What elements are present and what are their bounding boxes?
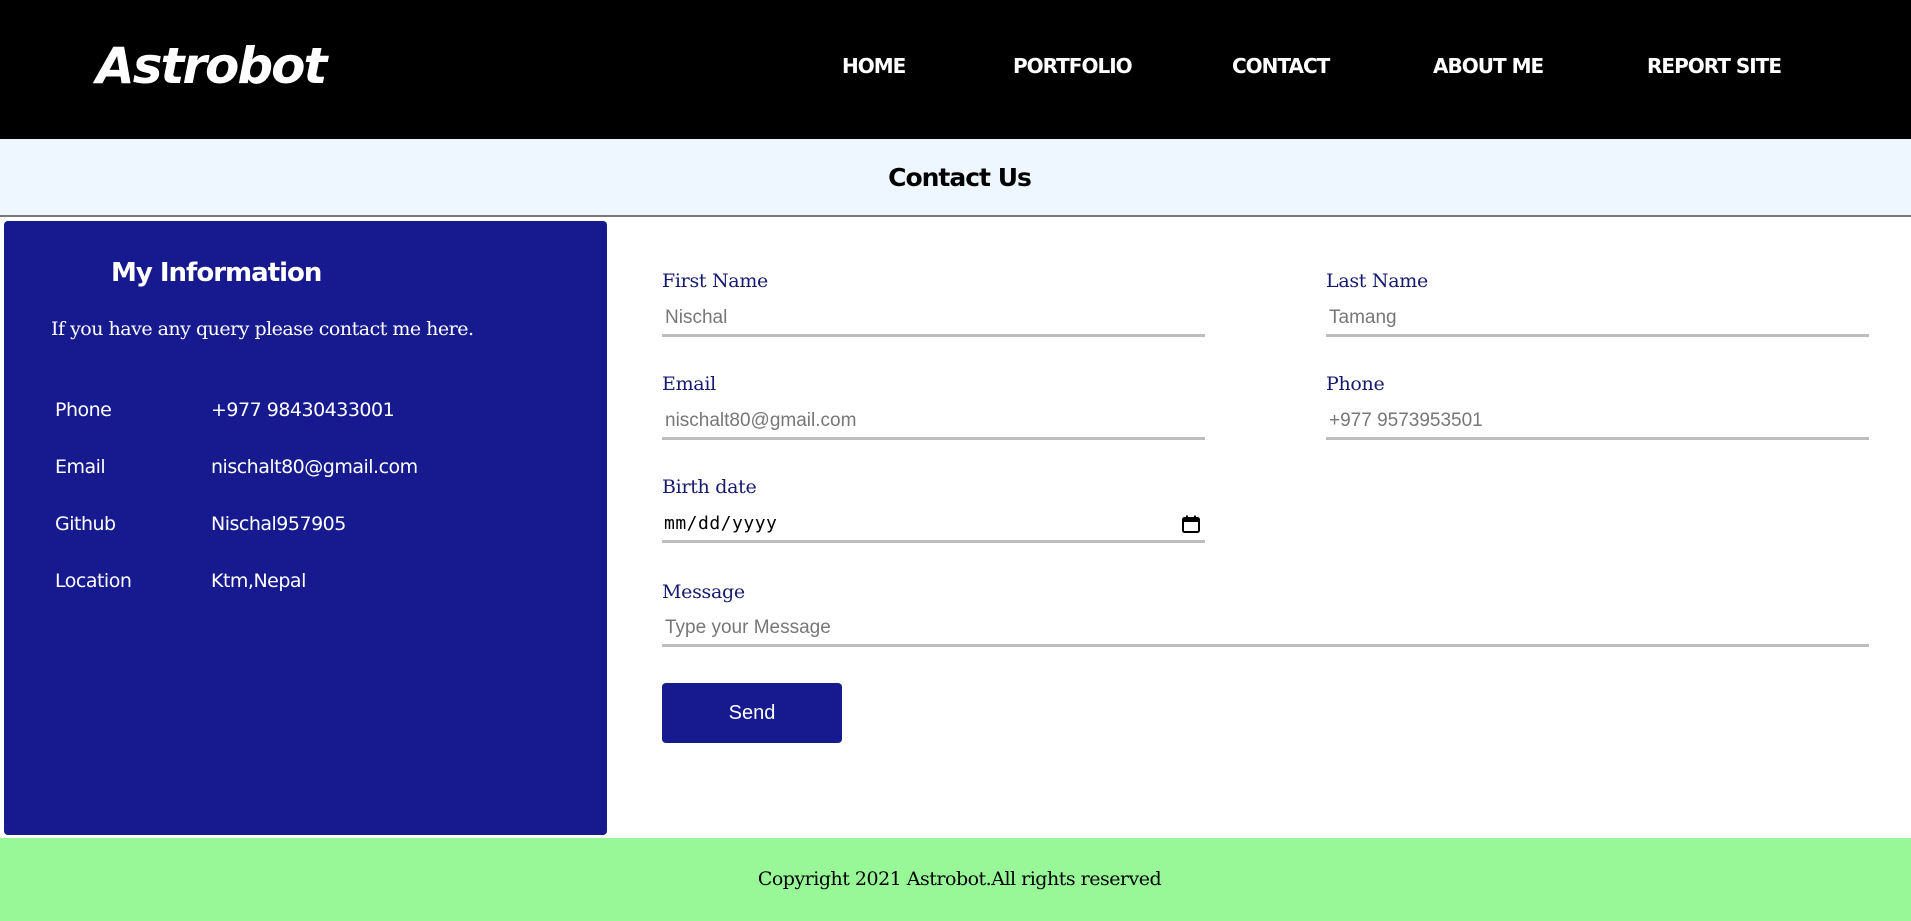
contact-form: First Name Last Name Email Phone Birth d…	[0, 221, 1911, 835]
message-label: Message	[662, 581, 745, 603]
nav-portfolio-link[interactable]: PORTFOLIO	[1013, 48, 1133, 84]
phone-input[interactable]	[1326, 404, 1869, 440]
birth-date-input[interactable]: mm/dd/yyyy	[662, 507, 1205, 543]
first-name-label: First Name	[662, 270, 768, 292]
birth-date-value: mm/dd/yyyy	[664, 513, 778, 534]
nav-about-link[interactable]: ABOUT ME	[1433, 48, 1544, 84]
first-name-input[interactable]	[662, 301, 1205, 337]
calendar-icon[interactable]	[1181, 514, 1201, 534]
page-title-band: Contact Us	[0, 139, 1911, 217]
page-title: Contact Us	[888, 163, 1032, 192]
main-nav: HOME PORTFOLIO CONTACT ABOUT ME REPORT S…	[0, 48, 1911, 84]
nav-home-link[interactable]: HOME	[842, 48, 906, 84]
site-header: Astrobot HOME PORTFOLIO CONTACT ABOUT ME…	[0, 0, 1911, 139]
nav-contact-link[interactable]: CONTACT	[1232, 48, 1330, 84]
phone-label: Phone	[1326, 373, 1385, 395]
send-button[interactable]: Send	[662, 683, 842, 743]
email-label: Email	[662, 373, 716, 395]
birth-date-label: Birth date	[662, 476, 757, 498]
last-name-label: Last Name	[1326, 270, 1428, 292]
message-input[interactable]	[662, 611, 1869, 647]
last-name-input[interactable]	[1326, 301, 1869, 337]
copyright-text: Copyright 2021 Astrobot.All rights reser…	[757, 868, 1162, 890]
nav-report-site-link[interactable]: REPORT SITE	[1647, 48, 1782, 84]
site-footer: Copyright 2021 Astrobot.All rights reser…	[0, 838, 1911, 921]
email-input[interactable]	[662, 404, 1205, 440]
